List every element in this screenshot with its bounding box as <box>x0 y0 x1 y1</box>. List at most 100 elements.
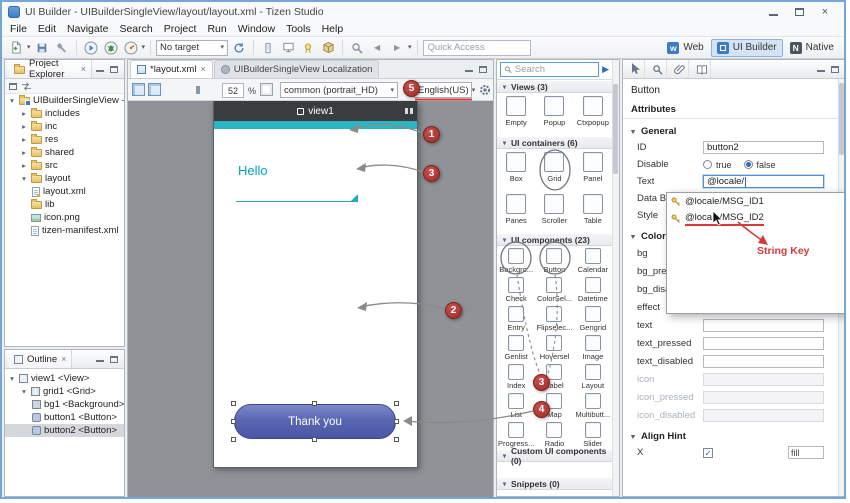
palette-item[interactable]: Genlist <box>497 333 535 362</box>
tab-localization[interactable]: UIBuilderSingleView Localization <box>214 60 380 78</box>
close-button[interactable]: × <box>812 4 838 20</box>
certificate-icon[interactable] <box>299 39 317 57</box>
perspective-ui-builder[interactable]: UI Builder <box>711 39 783 57</box>
palette-item[interactable]: Gengrid <box>574 304 612 333</box>
new-dropdown-icon[interactable]: ▾ <box>27 44 31 51</box>
palette-item[interactable]: Datetime <box>574 275 612 304</box>
palette-item[interactable]: Calendar <box>574 246 612 275</box>
align-x-fill-select[interactable]: fill <box>788 446 824 459</box>
search-go-icon[interactable]: ▶ <box>602 64 609 75</box>
collapse-all-icon[interactable] <box>9 83 17 90</box>
help-book-icon[interactable] <box>693 60 711 78</box>
tree-item-layout-xml[interactable]: layout.xml <box>5 185 124 198</box>
forward-icon[interactable]: ▶ <box>388 39 406 57</box>
tab-layout-xml[interactable]: *layout.xml × <box>130 60 213 78</box>
autocomplete-option-2[interactable]: @locale/MSG_ID2 <box>667 210 846 227</box>
back-icon[interactable]: ◀ <box>368 39 386 57</box>
palette-item[interactable]: Check <box>497 275 535 304</box>
close-icon[interactable]: × <box>200 65 205 74</box>
selection-handle-sw[interactable] <box>231 437 236 442</box>
selection-handle-ne[interactable] <box>394 401 399 406</box>
canvas-label-hello[interactable]: Hello <box>238 163 268 178</box>
maximize-view-icon[interactable] <box>110 66 118 73</box>
tree-item-res[interactable]: ▸res <box>5 133 124 146</box>
palette-item[interactable]: Layout <box>574 362 612 391</box>
palette-item[interactable]: Entry <box>497 304 535 333</box>
search-tab-icon[interactable] <box>649 60 667 78</box>
perspective-native[interactable]: N Native <box>785 39 839 57</box>
color-input[interactable] <box>703 409 824 422</box>
palette-item[interactable]: Scroller <box>535 191 573 233</box>
expander-icon[interactable]: ▾ <box>8 96 16 105</box>
project-explorer-tab[interactable]: Project Explorer × <box>9 60 92 78</box>
expander-icon[interactable]: ▾ <box>20 387 28 396</box>
disable-false-radio[interactable] <box>744 160 753 169</box>
tree-item-project[interactable]: ▾UIBuilderSingleView - mobile-4.0 <box>5 94 124 107</box>
palette-scrollbar[interactable] <box>612 60 619 496</box>
outline-tab[interactable]: Outline × <box>9 350 72 368</box>
minimize-view-icon[interactable] <box>96 355 104 363</box>
menu-item[interactable]: Project <box>164 23 197 35</box>
palette-item[interactable]: Button <box>535 246 573 275</box>
disable-true-radio[interactable] <box>703 160 712 169</box>
palette-item[interactable]: Backgro... <box>497 246 535 275</box>
palette-section-snippets[interactable]: ▾Snippets (0) <box>497 477 612 490</box>
palette-item[interactable]: Panel <box>574 149 612 191</box>
palette-section-custom[interactable]: ▾Custom UI components (0) <box>497 449 612 462</box>
palette-section-views[interactable]: ▾Views (3) <box>497 80 612 93</box>
id-input[interactable]: button2 <box>703 141 824 154</box>
menu-item[interactable]: Run <box>207 23 226 35</box>
autocomplete-option-1[interactable]: @locale/MSG_ID1 <box>667 193 846 210</box>
palette-search-input[interactable] <box>515 64 595 75</box>
selection-handle-nw[interactable] <box>231 401 236 406</box>
menu-item[interactable]: File <box>10 23 27 35</box>
tree-item-src[interactable]: ▸src <box>5 159 124 172</box>
section-align-hint[interactable]: ▾Align Hint <box>623 428 845 444</box>
palette-item[interactable]: ColorSel... <box>535 275 573 304</box>
color-input[interactable] <box>703 373 824 386</box>
tree-item-shared[interactable]: ▸shared <box>5 146 124 159</box>
palette-item[interactable]: List <box>497 391 535 420</box>
forward-dropdown-icon[interactable]: ▾ <box>408 44 412 51</box>
view-header[interactable]: view1 <box>214 101 417 121</box>
palette-item[interactable]: Panes <box>497 191 535 233</box>
entry-resize-grip[interactable] <box>351 194 358 201</box>
language-selector[interactable]: English(US) ▾ <box>414 82 472 98</box>
search-icon[interactable] <box>348 39 366 57</box>
outline-item-button2[interactable]: button2 <Button> <box>5 424 124 437</box>
profile-icon[interactable] <box>122 39 140 57</box>
tree-item-lib[interactable]: lib <box>5 198 124 211</box>
new-wizard-icon[interactable] <box>7 39 25 57</box>
palette-item[interactable]: Grid <box>535 149 573 191</box>
expander-icon[interactable]: ▸ <box>20 109 28 118</box>
zoom-value-box[interactable]: 52 <box>222 83 244 98</box>
close-icon[interactable]: × <box>81 65 86 74</box>
palette-item[interactable]: Ctxpopup <box>574 93 612 136</box>
selection-handle-w[interactable] <box>231 419 236 424</box>
color-input[interactable] <box>703 391 824 404</box>
outline-item-bg1[interactable]: bg1 <Background> <box>5 398 124 411</box>
fit-page-icon[interactable] <box>260 83 273 96</box>
pointer-tool-icon[interactable] <box>627 60 645 78</box>
tree-item-layout[interactable]: ▾layout <box>5 172 124 185</box>
save-icon[interactable] <box>33 39 51 57</box>
expander-icon[interactable]: ▸ <box>20 135 28 144</box>
minimize-view-icon[interactable] <box>465 65 473 73</box>
canvas-entry-underline[interactable] <box>236 201 358 202</box>
selection-handle-n[interactable] <box>312 401 317 406</box>
zoom-slider-handle[interactable] <box>196 86 200 94</box>
text-input[interactable]: @locale/ <box>703 175 824 188</box>
profile-selector[interactable]: common (portrait_HD) ▾ <box>280 82 398 98</box>
expander-icon[interactable]: ▸ <box>20 161 28 170</box>
gear-icon[interactable] <box>478 83 492 102</box>
package-manager-icon[interactable] <box>319 39 337 57</box>
run-dropdown-icon[interactable]: ▾ <box>142 44 146 51</box>
refresh-icon[interactable] <box>230 39 248 57</box>
design-canvas[interactable]: view1 Hello Thank you <box>128 101 493 497</box>
tree-item-manifest[interactable]: tizen-manifest.xml <box>5 224 124 237</box>
build-hammer-icon[interactable] <box>53 39 71 57</box>
palette-section-components[interactable]: ▾UI components (23) <box>497 233 612 246</box>
perspective-web[interactable]: w Web <box>662 39 708 57</box>
grid-view-icon[interactable] <box>148 83 161 96</box>
link-editor-icon[interactable] <box>21 81 32 92</box>
